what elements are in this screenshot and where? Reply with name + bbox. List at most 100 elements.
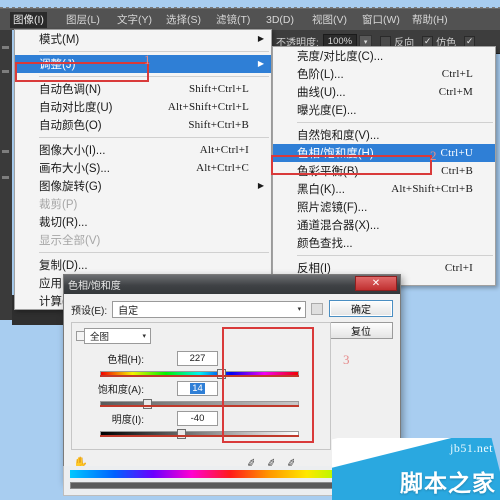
menu-item-accelerator: Ctrl+I	[444, 262, 473, 274]
annotation-rule	[100, 435, 299, 437]
menu-item-accelerator: Alt+Shift+Ctrl+L	[167, 101, 249, 113]
menu-item-vibrance[interactable]: 自然饱和度(V)...	[273, 126, 495, 144]
menu-item-label: 色阶(L)...	[297, 69, 344, 81]
menu-item-brightness-contrast[interactable]: 亮度/对比度(C)...	[273, 47, 495, 65]
menu-item-hue-saturation[interactable]: 色相/饱和度(H)... Ctrl+U	[273, 144, 495, 162]
menu-separator	[297, 122, 493, 123]
annotation-rule	[100, 405, 299, 407]
close-icon[interactable]: ✕	[355, 276, 397, 291]
submenu-arrow-icon: ▶	[257, 181, 264, 190]
tool-icon[interactable]	[2, 46, 9, 49]
menu-item-label: 显示全部(V)	[39, 235, 101, 247]
menu-item-accelerator: Alt+Ctrl+I	[199, 144, 249, 156]
menubar-item-window[interactable]: 窗口(W)	[362, 12, 400, 28]
menubar-item-3d[interactable]: 3D(D)	[266, 12, 294, 28]
menu-separator	[39, 76, 269, 77]
reset-button[interactable]: 复位	[329, 322, 393, 339]
watermark-text: 脚本之家	[400, 470, 496, 496]
menu-item-label: 裁剪(P)	[39, 199, 78, 211]
menu-item-accelerator: Ctrl+B	[441, 165, 473, 177]
menu-item-exposure[interactable]: 曝光度(E)...	[273, 101, 495, 119]
menu-item-auto-tone[interactable]: 自动色调(N) Shift+Ctrl+L	[15, 80, 271, 98]
menu-item-accelerator: Ctrl+L	[441, 68, 473, 80]
menu-item-label: 自动对比度(U)	[39, 102, 113, 114]
menubar-item-type[interactable]: 文字(Y)	[117, 12, 152, 28]
menu-item-image-rotation[interactable]: 图像旋转(G) ▶	[15, 177, 271, 195]
lightness-label: 明度(I):	[111, 415, 144, 426]
preset-select[interactable]: 自定 ▾	[112, 300, 307, 318]
menu-item-mode[interactable]: 模式(M) ▶	[15, 30, 271, 48]
lightness-slider-knob[interactable]	[177, 429, 186, 439]
menubar-item-filter[interactable]: 滤镜(T)	[216, 12, 250, 28]
menu-separator	[39, 137, 269, 138]
ok-button[interactable]: 确定	[329, 300, 393, 317]
menu-item-levels[interactable]: 色阶(L)... Ctrl+L	[273, 65, 495, 83]
menu-item-trim[interactable]: 裁切(R)...	[15, 213, 271, 231]
preset-options-icon[interactable]	[311, 303, 324, 315]
menu-item-color-lookup[interactable]: 颜色查找...	[273, 234, 495, 252]
menu-separator	[297, 255, 493, 256]
submenu-arrow-icon: ▶	[257, 34, 264, 43]
submenu-arrow-icon: ▶	[257, 59, 264, 68]
chevron-down-icon: ▾	[297, 306, 302, 313]
menu-item-label: 自动色调(N)	[39, 84, 101, 96]
menu-item-label: 调整(J)	[39, 59, 76, 71]
menu-item-duplicate[interactable]: 复制(D)...	[15, 256, 271, 274]
menubar-item-layer[interactable]: 图层(L)	[66, 12, 100, 28]
tools-panel-strip	[0, 30, 12, 320]
menu-item-accelerator: Ctrl+M	[438, 86, 473, 98]
menu-item-image-size[interactable]: 图像大小(I)... Alt+Ctrl+I	[15, 141, 271, 159]
menu-item-curves[interactable]: 曲线(U)... Ctrl+M	[273, 83, 495, 101]
saturation-slider-row: 饱和度(A): 14	[72, 381, 218, 396]
chevron-down-icon: ▾	[142, 333, 146, 340]
menu-item-canvas-size[interactable]: 画布大小(S)... Alt+Ctrl+C	[15, 159, 271, 177]
menu-item-black-white[interactable]: 黑白(K)... Alt+Shift+Ctrl+B	[273, 180, 495, 198]
watermark-url: jb51.net	[450, 441, 493, 455]
menu-item-label: 图像大小(I)...	[39, 145, 106, 157]
window-top-edge	[0, 0, 500, 8]
menubar-item-image[interactable]: 图像(I)	[10, 12, 47, 28]
menu-item-channel-mixer[interactable]: 通道混合器(X)...	[273, 216, 495, 234]
hue-slider-knob[interactable]	[217, 369, 226, 379]
menubar-item-view[interactable]: 视图(V)	[312, 12, 347, 28]
menu-item-label: 亮度/对比度(C)...	[297, 51, 384, 63]
hue-value-input[interactable]: 227	[177, 351, 218, 366]
menu-item-adjustments[interactable]: 调整(J) ▶	[15, 55, 271, 73]
saturation-label: 饱和度(A):	[97, 385, 144, 396]
tool-icon[interactable]	[2, 70, 9, 73]
menu-item-color-balance[interactable]: 色彩平衡(B)... Ctrl+B	[273, 162, 495, 180]
menu-item-label: 曝光度(E)...	[297, 105, 357, 117]
menu-item-label: 色彩平衡(B)...	[297, 166, 368, 178]
menu-item-label: 模式(M)	[39, 34, 80, 46]
menu-item-accelerator: Ctrl+U	[440, 147, 473, 159]
image-menu: 模式(M) ▶ 调整(J) ▶ 自动色调(N) Shift+Ctrl+L 自动对…	[14, 29, 272, 310]
saturation-value-input[interactable]: 14	[177, 381, 218, 396]
saturation-slider-knob[interactable]	[143, 399, 152, 409]
menu-item-label: 裁切(R)...	[39, 217, 88, 229]
watermark: jb51.net 脚本之家	[332, 438, 500, 500]
menu-item-photo-filter[interactable]: 照片滤镜(F)...	[273, 198, 495, 216]
adjustments-submenu: 亮度/对比度(C)... 色阶(L)... Ctrl+L 曲线(U)... Ct…	[272, 46, 496, 286]
menubar-item-select[interactable]: 选择(S)	[166, 12, 201, 28]
menu-item-label: 自然饱和度(V)...	[297, 130, 380, 142]
menu-bar: 图像(I) 图层(L) 文字(Y) 选择(S) 滤镜(T) 3D(D) 视图(V…	[0, 8, 500, 30]
range-value: 全图	[90, 332, 110, 343]
menu-item-label: 曲线(U)...	[297, 87, 346, 99]
menu-item-reveal-all: 显示全部(V)	[15, 231, 271, 249]
menu-item-auto-contrast[interactable]: 自动对比度(U) Alt+Shift+Ctrl+L	[15, 98, 271, 116]
hue-slider-row: 色相(H): 227	[72, 351, 218, 366]
menubar-item-help[interactable]: 帮助(H)	[412, 12, 448, 28]
tool-icon[interactable]	[2, 150, 9, 153]
hue-label: 色相(H):	[107, 355, 144, 366]
menu-item-accelerator: Shift+Ctrl+L	[188, 83, 249, 95]
menu-item-label: 复制(D)...	[39, 260, 88, 272]
tool-icon[interactable]	[2, 176, 9, 179]
sliders-panel: 全图 ▾ 色相(H): 227 饱和度(A): 14 明度(I): -40	[71, 322, 331, 450]
lightness-value: -40	[190, 413, 205, 424]
range-select[interactable]: 全图 ▾	[84, 328, 151, 344]
menu-item-accelerator: Shift+Ctrl+B	[188, 119, 249, 131]
hue-value: 227	[189, 353, 206, 364]
dialog-title-bar[interactable]: 色相/饱和度 ✕	[64, 275, 400, 294]
lightness-value-input[interactable]: -40	[177, 411, 218, 426]
menu-item-auto-color[interactable]: 自动颜色(O) Shift+Ctrl+B	[15, 116, 271, 134]
